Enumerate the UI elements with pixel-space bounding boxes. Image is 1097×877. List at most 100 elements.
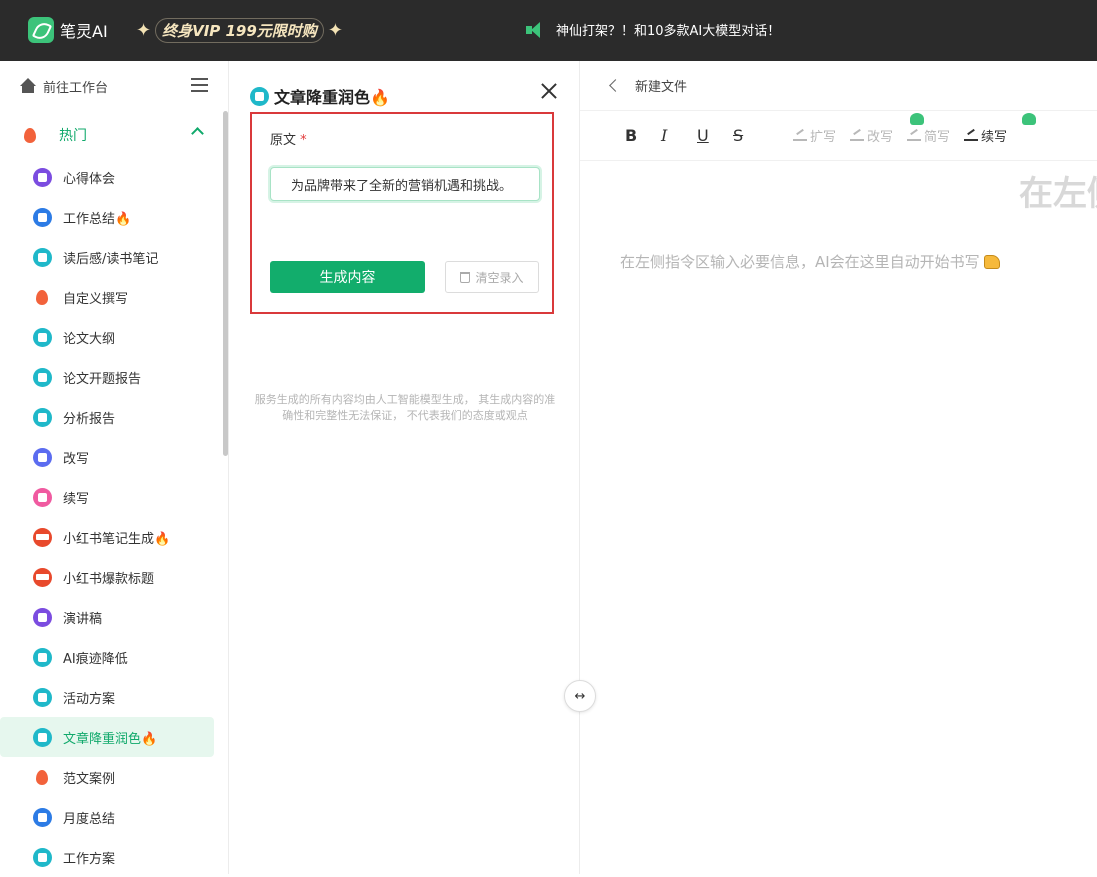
sidebar-item[interactable]: 心得体会 [0, 157, 214, 197]
sidebar-item[interactable]: 论文大纲 [0, 317, 214, 357]
tool-icon [33, 687, 52, 707]
tool-icon [33, 647, 52, 667]
sidebar-item-label: 自定义撰写 [63, 291, 129, 307]
close-icon[interactable] [541, 83, 557, 99]
resize-handle-icon[interactable]: ↔ [564, 680, 596, 712]
sidebar-item[interactable]: AI痕迹降低 [0, 637, 214, 677]
tool-icon [33, 487, 52, 507]
tool-icon [33, 847, 52, 867]
vip-promo-banner[interactable]: ✦ 终身VIP 199元限时购 ✦ [136, 15, 343, 45]
document-name[interactable]: 新建文件 [635, 76, 687, 95]
tool-icon [33, 247, 52, 267]
hot-category-label: 热门 [59, 128, 87, 144]
sparkle-icon: ✦ [136, 19, 152, 41]
sidebar-item[interactable]: 续写 [0, 477, 214, 517]
tool-icon [33, 407, 52, 427]
writing-hand-icon [983, 254, 1000, 269]
sidebar-item[interactable]: 活动方案 [0, 677, 214, 717]
trash-icon [460, 271, 471, 283]
expand-button[interactable]: 扩写 [793, 126, 836, 145]
megaphone-icon [526, 21, 546, 39]
fire-icon [21, 126, 40, 145]
italic-button[interactable]: I [661, 126, 697, 145]
tool-icon [33, 167, 52, 187]
sidebar-item-label: AI痕迹降低 [63, 651, 128, 667]
sidebar-item[interactable]: 自定义撰写 [0, 277, 214, 317]
continue-label: 续写 [981, 130, 1008, 145]
sidebar-item[interactable]: 文章降重润色🔥 [0, 717, 214, 757]
original-text-input[interactable] [270, 167, 540, 201]
sidebar-item[interactable]: 工作方案 [0, 837, 214, 877]
sidebar-item-label: 小红书爆款标题 [63, 571, 155, 587]
tool-icon [33, 607, 52, 627]
continue-button[interactable]: 续写 [964, 113, 1037, 145]
clear-input-button[interactable]: 清空录入 [445, 261, 539, 293]
editor-header: 新建文件 [580, 61, 1097, 111]
goto-workbench-label: 前往工作台 [43, 80, 109, 96]
chevron-up-icon [191, 127, 204, 140]
logo-icon [28, 17, 54, 43]
shorten-label: 简写 [924, 130, 951, 145]
collapse-menu-icon[interactable] [191, 78, 208, 92]
sidebar-item-label: 续写 [63, 491, 90, 507]
sidebar-item-label: 改写 [63, 451, 90, 467]
original-text-label: 原文 * [270, 129, 307, 148]
sidebar-item[interactable]: 范文案例 [0, 757, 214, 797]
bold-button[interactable]: B [625, 126, 661, 145]
sidebar-item-label: 心得体会 [63, 171, 116, 187]
sidebar-item-label: 活动方案 [63, 691, 116, 707]
hot-category-header[interactable]: 热门 [0, 119, 214, 151]
announcement[interactable]: 神仙打架？！和10多款AI大模型对话！ [526, 20, 780, 39]
crown-icon [1022, 113, 1037, 125]
expand-icon [793, 131, 807, 141]
tool-icon [33, 207, 52, 227]
editor-placeholder[interactable]: 在左侧指令区输入必要信息，AI会在这里自动开始书写 [620, 251, 1000, 272]
rewrite-button[interactable]: 改写 [850, 113, 925, 145]
sidebar-item[interactable]: 读后感/读书笔记 [0, 237, 214, 277]
input-form: 原文 * 生成内容 清空录入 [250, 112, 554, 314]
tool-icon [33, 327, 52, 347]
logo[interactable]: 笔灵AI [28, 17, 108, 43]
editor-toolbar: B I U S 扩写 改写 简写 续写 [580, 111, 1097, 161]
back-icon[interactable] [609, 79, 622, 92]
sidebar-item-label: 小红书笔记生成🔥 [63, 531, 171, 547]
sidebar-scrollbar[interactable] [223, 111, 228, 456]
sidebar-item[interactable]: 分析报告 [0, 397, 214, 437]
sidebar-item-label: 工作总结🔥 [63, 211, 132, 227]
sidebar-item-label: 读后感/读书笔记 [63, 251, 159, 267]
sidebar-item[interactable]: 演讲稿 [0, 597, 214, 637]
top-bar: 笔灵AI ✦ 终身VIP 199元限时购 ✦ 神仙打架？！和10多款AI大模型对… [0, 0, 1097, 61]
shorten-button[interactable]: 简写 [907, 126, 950, 145]
strikethrough-button[interactable]: S [733, 126, 769, 145]
tool-icon [33, 367, 52, 387]
sidebar-item-label: 工作方案 [63, 851, 116, 867]
tool-icon [33, 807, 52, 827]
tool-icon [33, 288, 52, 307]
clear-input-label: 清空录入 [475, 270, 524, 285]
sidebar-item[interactable]: 工作总结🔥 [0, 197, 214, 237]
tool-icon [33, 768, 52, 787]
sidebar-item-label: 论文开题报告 [63, 371, 142, 387]
sidebar-item[interactable]: 改写 [0, 437, 214, 477]
rewrite-label: 改写 [867, 130, 894, 145]
sidebar-item[interactable]: 论文开题报告 [0, 357, 214, 397]
tool-icon [33, 527, 52, 547]
required-mark: * [300, 133, 307, 148]
tool-icon [33, 567, 52, 587]
editor-placeholder-text: 在左侧指令区输入必要信息，AI会在这里自动开始书写 [620, 253, 980, 271]
sidebar-item[interactable]: 小红书笔记生成🔥 [0, 517, 214, 557]
underline-button[interactable]: U [697, 126, 733, 145]
sidebar: 前往工作台 热门 心得体会工作总结🔥 读后感/读书笔记 自定义撰写论文大纲论文开题报… [0, 61, 229, 874]
disclaimer: 服务生成的所有内容均由人工智能模型生成， 其生成内容的准确性和完整性无法保证， … [254, 393, 556, 422]
sidebar-item[interactable]: 月度总结 [0, 797, 214, 837]
tool-icon [33, 727, 52, 747]
crown-icon [910, 113, 925, 125]
home-icon [19, 78, 37, 94]
sidebar-item-label: 演讲稿 [63, 611, 103, 627]
generate-button[interactable]: 生成内容 [270, 261, 425, 293]
panel-title-text: 文章降重润色🔥 [274, 88, 390, 107]
sidebar-item[interactable]: 小红书爆款标题 [0, 557, 214, 597]
tool-icon [33, 447, 52, 467]
continue-icon [964, 131, 979, 141]
shorten-icon [907, 131, 922, 141]
